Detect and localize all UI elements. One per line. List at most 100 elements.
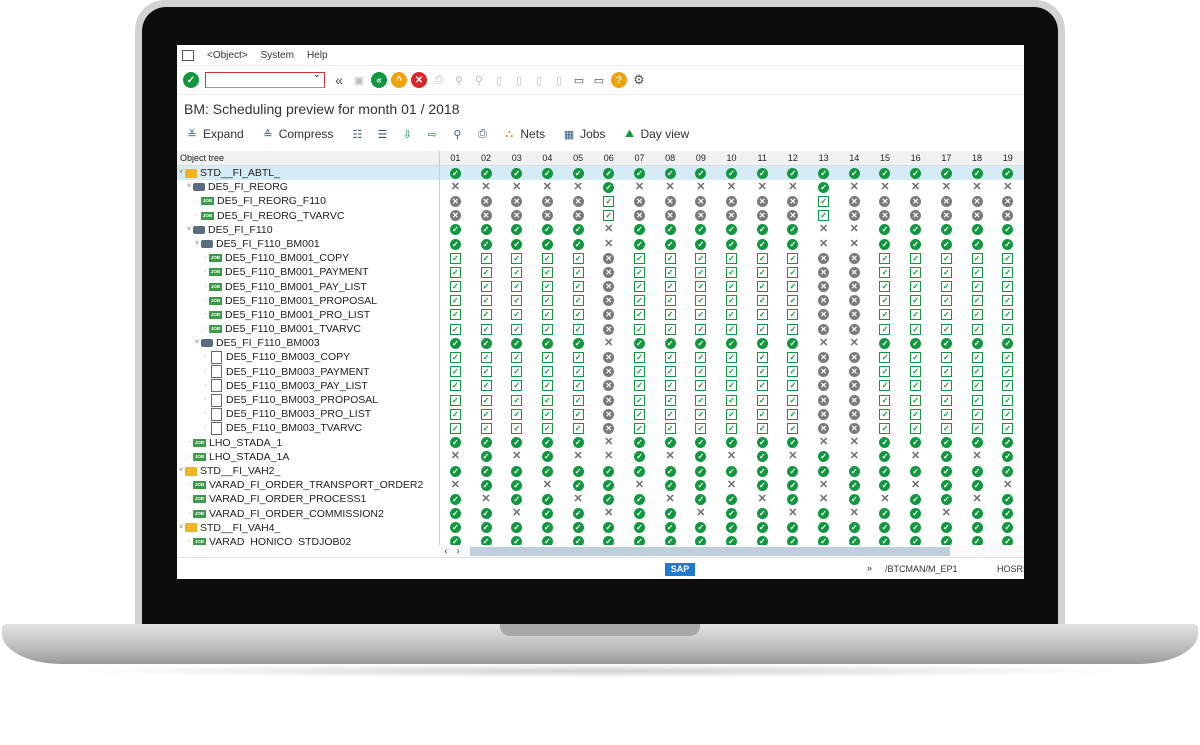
- day-cell[interactable]: ✓: [962, 535, 993, 545]
- day-cell[interactable]: ✓: [686, 521, 717, 535]
- day-cell[interactable]: ✓: [931, 294, 962, 308]
- day-cell[interactable]: ✓: [931, 350, 962, 364]
- day-cell[interactable]: ✕: [563, 209, 594, 223]
- day-cell[interactable]: ✓: [747, 464, 778, 478]
- day-cell[interactable]: ✓: [471, 237, 502, 251]
- menu-help[interactable]: Help: [307, 50, 328, 61]
- day-cell[interactable]: ✕: [962, 194, 993, 208]
- day-cell[interactable]: ✕: [808, 223, 839, 237]
- day-cell[interactable]: ✓: [992, 407, 1023, 421]
- legend-button[interactable]: ☰: [374, 127, 393, 141]
- day-cell[interactable]: ✓: [686, 393, 717, 407]
- day-cell[interactable]: ✓: [808, 209, 839, 223]
- day-cell[interactable]: ✓: [563, 166, 594, 180]
- day-cell[interactable]: ✓: [992, 450, 1023, 464]
- day-cell[interactable]: ✕: [440, 180, 471, 194]
- day-cell[interactable]: ✕: [593, 379, 624, 393]
- day-cell[interactable]: ✓: [778, 350, 809, 364]
- tree-row[interactable]: · DE5_F110_BM003_TVARVC: [177, 421, 439, 435]
- tree-row[interactable]: ˅ STD__FI_VAH4_: [177, 521, 439, 535]
- day-cell[interactable]: ✕: [532, 478, 563, 492]
- day-cell[interactable]: ✓: [992, 223, 1023, 237]
- day-cell[interactable]: ✓: [870, 223, 901, 237]
- print-icon[interactable]: ⎙: [431, 72, 447, 88]
- day-cell[interactable]: ✓: [440, 379, 471, 393]
- day-cell[interactable]: ✓: [655, 350, 686, 364]
- day-cell[interactable]: ✓: [992, 336, 1023, 350]
- day-cell[interactable]: ✓: [747, 294, 778, 308]
- day-cell[interactable]: ✓: [778, 492, 809, 506]
- day-cell[interactable]: ✓: [440, 308, 471, 322]
- day-cell[interactable]: ✕: [593, 365, 624, 379]
- day-cell[interactable]: ✕: [808, 379, 839, 393]
- day-cell[interactable]: ✓: [624, 308, 655, 322]
- day-cell[interactable]: ✓: [440, 322, 471, 336]
- day-cell[interactable]: ✓: [870, 450, 901, 464]
- day-cell[interactable]: ✓: [440, 336, 471, 350]
- day-cell[interactable]: ✓: [655, 265, 686, 279]
- day-cell[interactable]: ✓: [778, 436, 809, 450]
- day-cell[interactable]: ✕: [716, 194, 747, 208]
- day-cell[interactable]: ✓: [716, 322, 747, 336]
- day-cell[interactable]: ✕: [808, 251, 839, 265]
- day-cell[interactable]: ✓: [747, 265, 778, 279]
- tree-row[interactable]: · JOB VARAD_FI_ORDER_PROCESS1: [177, 492, 439, 506]
- settings-gear-icon[interactable]: ⚙: [631, 72, 647, 88]
- day-cell[interactable]: ✓: [839, 521, 870, 535]
- day-cell[interactable]: ✓: [686, 379, 717, 393]
- day-cell[interactable]: ✕: [624, 180, 655, 194]
- day-cell[interactable]: ✓: [532, 350, 563, 364]
- day-cell[interactable]: ✓: [624, 251, 655, 265]
- day-cell[interactable]: ✓: [440, 521, 471, 535]
- day-cell[interactable]: ✓: [501, 535, 532, 545]
- day-cell[interactable]: ✓: [532, 251, 563, 265]
- day-cell[interactable]: ✓: [532, 280, 563, 294]
- day-cell[interactable]: ✓: [931, 535, 962, 545]
- day-cell[interactable]: ✓: [992, 393, 1023, 407]
- day-cell[interactable]: ✓: [532, 294, 563, 308]
- day-cell[interactable]: ✓: [655, 322, 686, 336]
- day-cell[interactable]: ✓: [747, 350, 778, 364]
- collapse-command-icon[interactable]: «: [331, 72, 347, 88]
- status-expand-icon[interactable]: »: [867, 563, 872, 573]
- day-cell[interactable]: ✕: [532, 194, 563, 208]
- tree-row[interactable]: · JOB DE5_F110_BM001_PRO_LIST: [177, 308, 439, 322]
- day-cell[interactable]: ✓: [962, 407, 993, 421]
- day-cell[interactable]: ✓: [501, 492, 532, 506]
- day-cell[interactable]: ✓: [593, 492, 624, 506]
- day-cell[interactable]: ✓: [870, 507, 901, 521]
- day-cell[interactable]: ✓: [501, 294, 532, 308]
- day-cell[interactable]: ✕: [593, 280, 624, 294]
- day-cell[interactable]: ✓: [962, 507, 993, 521]
- day-cell[interactable]: ✓: [655, 421, 686, 435]
- expand-toggle-icon[interactable]: ˅: [185, 180, 193, 194]
- day-cell[interactable]: ✕: [839, 350, 870, 364]
- create-session-icon[interactable]: ▭: [571, 72, 587, 88]
- menu-system[interactable]: System: [261, 50, 294, 61]
- day-cell[interactable]: ✓: [900, 492, 931, 506]
- day-cell[interactable]: ✕: [808, 336, 839, 350]
- day-cell[interactable]: ✓: [747, 535, 778, 545]
- day-cell[interactable]: ✓: [931, 308, 962, 322]
- day-cell[interactable]: ✓: [532, 492, 563, 506]
- day-cell[interactable]: ✕: [808, 478, 839, 492]
- day-cell[interactable]: ✕: [440, 194, 471, 208]
- day-cell[interactable]: ✓: [471, 265, 502, 279]
- day-cell[interactable]: ✓: [686, 350, 717, 364]
- day-cell[interactable]: ✕: [808, 365, 839, 379]
- scrollbar-thumb[interactable]: [470, 546, 950, 556]
- day-cell[interactable]: ✓: [655, 365, 686, 379]
- day-cell[interactable]: ✓: [716, 407, 747, 421]
- day-cell[interactable]: ✕: [655, 209, 686, 223]
- day-cell[interactable]: ✓: [501, 421, 532, 435]
- day-cell[interactable]: ✓: [655, 166, 686, 180]
- day-cell[interactable]: ✓: [440, 464, 471, 478]
- day-cell[interactable]: ✓: [624, 280, 655, 294]
- day-cell[interactable]: ✓: [870, 237, 901, 251]
- day-cell[interactable]: ✕: [870, 194, 901, 208]
- tree-row[interactable]: · DE5_F110_BM003_PAY_LIST: [177, 379, 439, 393]
- day-cell[interactable]: ✓: [808, 180, 839, 194]
- day-cell[interactable]: ✓: [900, 521, 931, 535]
- day-cell[interactable]: ✓: [655, 393, 686, 407]
- day-cell[interactable]: ✓: [778, 223, 809, 237]
